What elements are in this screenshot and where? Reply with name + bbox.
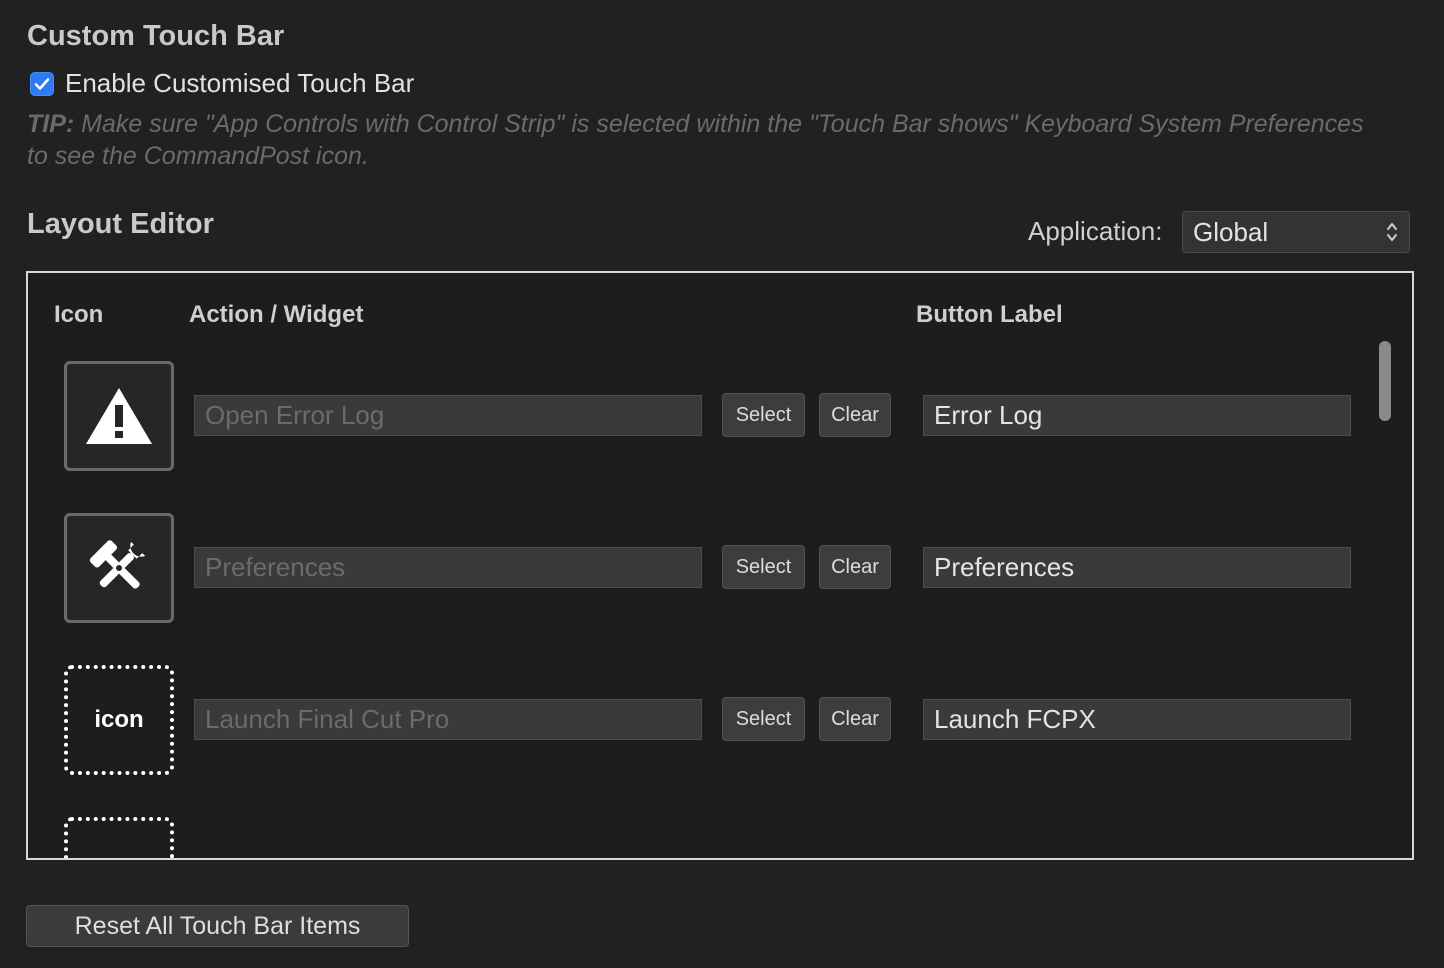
checkmark-icon: [34, 77, 50, 90]
clear-button[interactable]: Clear: [819, 697, 891, 741]
tip-prefix: TIP:: [27, 110, 75, 138]
row-icon-well[interactable]: icon: [64, 665, 174, 775]
reset-all-button[interactable]: Reset All Touch Bar Items: [26, 905, 409, 947]
select-button[interactable]: Select: [722, 545, 805, 589]
table-row: icon Launch Final Cut Pro Select Clear L…: [28, 665, 1368, 775]
button-label-field[interactable]: Error Log: [923, 395, 1351, 436]
table-row: Preferences Select Clear Preferences: [28, 513, 1368, 623]
row-icon-well[interactable]: [64, 817, 174, 858]
clear-button[interactable]: Clear: [819, 545, 891, 589]
layout-editor-title: Layout Editor: [27, 208, 214, 240]
scrollbar-thumb[interactable]: [1379, 341, 1391, 421]
column-header-action: Action / Widget: [189, 301, 364, 328]
enable-label: Enable Customised Touch Bar: [65, 68, 415, 98]
action-field[interactable]: Open Error Log: [194, 395, 702, 436]
touch-bar-preferences-panel: Custom Touch Bar Enable Customised Touch…: [0, 0, 1444, 968]
tip-text: TIP: Make sure "App Controls with Contro…: [27, 108, 1387, 172]
clear-button[interactable]: Clear: [819, 393, 891, 437]
warning-icon: [86, 388, 152, 444]
tools-icon: [89, 540, 146, 589]
enable-touch-bar-option[interactable]: Enable Customised Touch Bar: [30, 68, 414, 99]
button-label-field[interactable]: Preferences: [923, 547, 1351, 588]
enable-checkbox[interactable]: [30, 71, 54, 96]
column-header-icon: Icon: [54, 301, 104, 328]
row-icon-well[interactable]: [64, 513, 174, 623]
tip-body: Make sure "App Controls with Control Str…: [27, 110, 1364, 170]
action-field[interactable]: Preferences: [194, 547, 702, 588]
column-header-button-label: Button Label: [916, 301, 1063, 328]
table-row-partial: [28, 817, 1368, 858]
application-label: Application:: [1028, 216, 1163, 246]
action-field[interactable]: Launch Final Cut Pro: [194, 699, 702, 740]
table-row: Open Error Log Select Clear Error Log: [28, 361, 1368, 471]
select-button[interactable]: Select: [722, 697, 805, 741]
row-icon-well[interactable]: [64, 361, 174, 471]
placeholder-icon: icon: [94, 706, 144, 733]
updown-chevron-icon: [1387, 223, 1397, 241]
select-button[interactable]: Select: [722, 393, 805, 437]
section-title: Custom Touch Bar: [27, 20, 285, 52]
layout-editor-table: Icon Action / Widget Button Label Open E…: [26, 271, 1414, 860]
application-select[interactable]: Global: [1182, 211, 1410, 253]
button-label-field[interactable]: Launch FCPX: [923, 699, 1351, 740]
application-select-value: Global: [1193, 216, 1269, 247]
